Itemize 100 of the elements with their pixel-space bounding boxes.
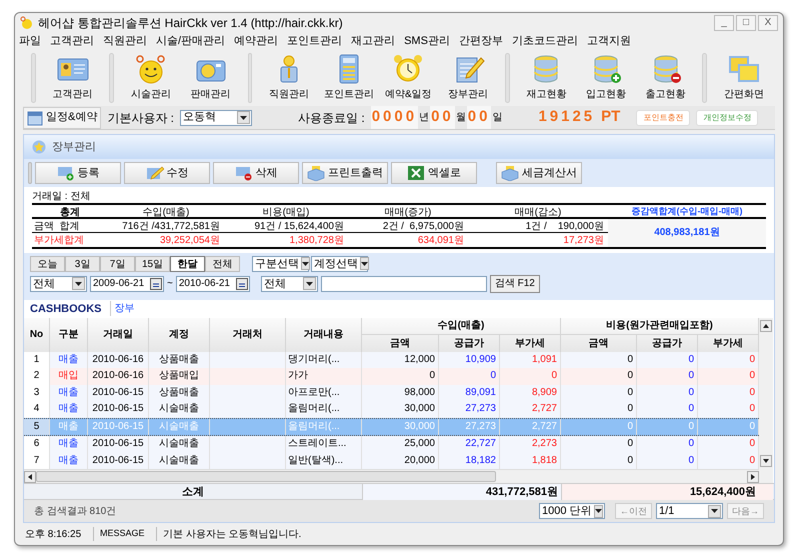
summary-cell: 1건 / 190,000원 — [468, 218, 608, 233]
action-button[interactable]: 등록 — [35, 162, 121, 184]
table-row[interactable]: 6 매출 2010-06-15 시술매출 스트레이트... 25,000 22,727 2,273 0 0 0 — [24, 436, 759, 453]
toolbar-button[interactable]: 장부관리 — [439, 50, 497, 106]
menu-item[interactable]: 포인트관리 — [287, 33, 342, 50]
action-button[interactable]: 엑셀로 — [391, 162, 477, 184]
table-cell: 27,273 — [439, 418, 500, 436]
table-row[interactable]: 5 매출 2010-06-15 시술매출 올림머리(... 30,000 27,273 2,727 0 0 0 — [24, 418, 759, 436]
toolbar-button[interactable]: 예약&일정 — [380, 50, 438, 106]
menu-item[interactable]: 간편장부 — [458, 33, 503, 50]
subtotal-expense: 15,624,400원 — [562, 484, 773, 501]
summary-cell-text: 634,091원 — [416, 234, 465, 247]
row-number: 1 — [24, 352, 50, 368]
date-range-separator: ~ — [167, 277, 173, 292]
menu-item[interactable]: 기초코드관리 — [512, 33, 578, 50]
menu-item[interactable]: 고객지원 — [586, 33, 631, 50]
period-tab[interactable]: 전체 — [205, 256, 240, 272]
table-row[interactable]: 3 매출 2010-06-15 상품매출 아프로만(... 98,000 89,091 8,909 0 0 0 — [24, 384, 759, 402]
table-cell: 0 — [561, 418, 637, 436]
row-number: 2 — [24, 368, 50, 385]
unit-select[interactable]: 1000 단위 — [539, 503, 605, 520]
action-button[interactable]: 삭제 — [213, 162, 299, 184]
toolbar-button[interactable]: 간편화면 — [715, 50, 773, 106]
column-group-header: 비용(원가관련매입포함) — [561, 318, 759, 335]
horizontal-scrollbar[interactable] — [24, 469, 759, 484]
table-cell: 시술매출 — [149, 418, 210, 436]
toolbar-button[interactable]: 입고현황 — [577, 50, 635, 106]
column-group-header: 수입(매출) — [362, 318, 561, 335]
toolbar-button[interactable]: 출고현황 — [636, 50, 694, 106]
window-title: 헤어샵 통합관리솔루션 HairCkk ver 1.4 (http://hair.ckk.kr) — [38, 14, 343, 32]
printer-icon — [501, 164, 519, 181]
table-cell: 30,000 — [362, 418, 439, 436]
cashbooks-subtitle: 장부 — [110, 301, 135, 316]
menu-item[interactable]: 재고관리 — [351, 33, 396, 50]
toolbar-button[interactable]: 직원관리 — [260, 50, 318, 106]
points-unit: PT — [601, 107, 620, 128]
menu-item[interactable]: 파일 — [19, 33, 41, 50]
summary-row-label: 부가세합계 — [33, 234, 85, 247]
toolbar-button[interactable]: 판매관리 — [182, 50, 240, 106]
period-tab[interactable]: 3일 — [65, 256, 100, 272]
menu-item[interactable]: 시술/판매관리 — [156, 33, 226, 50]
menu-item[interactable]: 직원관리 — [103, 33, 147, 50]
search-input[interactable] — [320, 276, 487, 292]
period-tab[interactable]: 오늘 — [30, 256, 65, 272]
date-field[interactable]: 2010-06-21 — [176, 276, 250, 292]
maximize-button[interactable]: □ — [736, 14, 756, 31]
calendar-icon — [236, 278, 248, 290]
section-title: 장부관리 — [52, 140, 96, 154]
page-select[interactable]: 1/1 — [656, 503, 723, 520]
field-select[interactable]: 전체 — [260, 276, 318, 292]
up-arrow-icon[interactable] — [763, 324, 769, 328]
add-icon — [56, 164, 74, 181]
row-number: 3 — [24, 384, 50, 402]
menu-item[interactable]: 고객관리 — [50, 33, 94, 50]
action-button[interactable]: 수정 — [124, 162, 210, 184]
summary-cell-text: 39,252,054원 — [158, 234, 221, 247]
close-button[interactable]: X — [758, 14, 778, 31]
date-digits: 0000 — [370, 106, 418, 129]
table-row[interactable]: 1 매출 2010-06-16 상품매출 댕기머리(... 12,000 10,909 1,091 0 0 0 — [24, 352, 759, 368]
menu-item[interactable]: SMS관리 — [404, 33, 450, 50]
status-time: 오후 8:16:25 — [25, 528, 82, 542]
minimize-button[interactable]: _ — [714, 14, 734, 31]
action-button[interactable]: 프린트출력 — [302, 162, 388, 184]
date-digits: 00 — [430, 106, 455, 129]
category-select[interactable]: 구분선택 — [252, 256, 309, 272]
edit-profile-button[interactable]: 개인정보수정 — [696, 110, 758, 126]
date-field[interactable]: 2009-06-21 — [90, 276, 164, 292]
period-tab[interactable]: 7일 — [100, 256, 135, 272]
summary-cell: 91건 / 15,624,400원 — [224, 218, 348, 233]
date-unit: 일 — [492, 111, 502, 125]
end-date-label: 사용종료일 : — [298, 110, 365, 126]
summary-header: 수입(매출) — [108, 204, 224, 219]
row-number: 5 — [24, 418, 50, 436]
toolbar-button[interactable]: 고객관리 — [44, 50, 102, 106]
table-row[interactable]: 4 매출 2010-06-15 시술매출 올림머리(... 30,000 27,273 2,727 0 0 0 — [24, 401, 759, 418]
row-number: 7 — [24, 452, 50, 470]
date-unit: 년 — [419, 111, 430, 125]
date-filter-label: 거래일 : 전체 — [32, 190, 92, 203]
account-select[interactable]: 계정선택 — [311, 256, 368, 272]
schedule-button[interactable]: 일정&예약 — [23, 106, 102, 128]
period-tab[interactable]: 한달 — [170, 256, 205, 272]
user-select[interactable]: 오동혁 — [180, 110, 252, 126]
toolbar-button[interactable]: 시술관리 — [122, 50, 180, 106]
down-arrow-icon[interactable] — [763, 459, 769, 464]
star-icon — [32, 140, 46, 154]
table-row[interactable]: 2 매입 2010-06-16 상품매입 가가 0 0 0 0 0 0 — [24, 368, 759, 385]
search-button[interactable]: 검색 F12 — [490, 274, 540, 293]
summary-header: 매매(증가) — [348, 204, 468, 219]
period-tab[interactable]: 15일 — [135, 256, 170, 272]
action-button[interactable]: 세금계산서 — [496, 162, 582, 184]
date-type-select[interactable]: 전체 — [30, 276, 87, 292]
vertical-scrollbar[interactable] — [759, 318, 773, 484]
left-arrow-icon[interactable] — [28, 474, 32, 480]
toolbar-button[interactable]: 재고현황 — [518, 50, 576, 106]
default-user-label: 기본사용자 : — [107, 110, 174, 126]
menu-item[interactable]: 예약관리 — [234, 33, 278, 50]
table-row[interactable]: 7 매출 2010-06-15 시술매출 일반(탈색)... 20,000 18,182 1,818 0 0 0 — [24, 452, 759, 470]
right-arrow-icon[interactable] — [751, 474, 755, 480]
toolbar-button[interactable]: 포인트관리 — [320, 50, 378, 106]
calendar-icon — [27, 110, 43, 126]
